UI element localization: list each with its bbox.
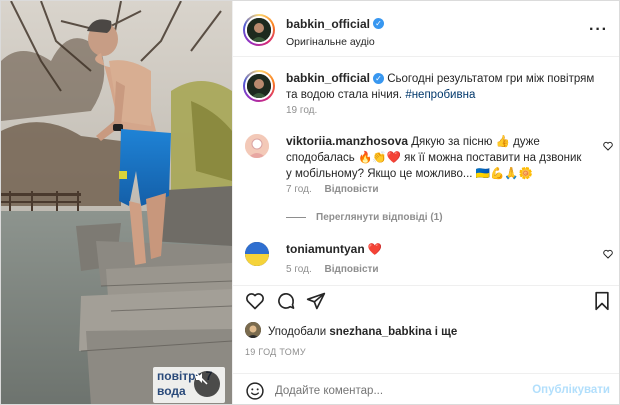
like-comment-heart-icon[interactable] (603, 141, 613, 151)
publish-button[interactable]: Опублікувати (532, 384, 610, 396)
video-frame (1, 1, 232, 404)
avatar-image (245, 322, 261, 338)
avatar[interactable] (245, 16, 273, 44)
post-actions: Уподобали snezhana_babkina і ще 19 ГОД Т… (233, 285, 619, 375)
post-dialog: повітря 7 вода babkin_official ✓ Оригіна… (0, 0, 620, 405)
avatar-image (245, 134, 269, 158)
likes-more[interactable]: і ще (435, 326, 458, 338)
audio-label[interactable]: Оригінальне аудіо (286, 36, 384, 48)
post-video[interactable]: повітря 7 вода (1, 1, 232, 404)
verified-badge-icon: ✓ (373, 73, 385, 85)
comments-section: babkin_official ✓ Сьогодні результатом гр… (233, 57, 619, 285)
author-info: babkin_official ✓ Оригінальне аудіо (286, 15, 385, 48)
reply-button[interactable]: Відповісти (325, 184, 379, 195)
comment-text: ❤️ (367, 244, 383, 256)
comment-meta: 5 год. Відповісти (286, 264, 379, 275)
likes-user[interactable]: snezhana_babkina (329, 326, 431, 338)
share-icon[interactable] (306, 291, 326, 311)
comment-meta: 7 год. Відповісти (286, 184, 379, 195)
avatar-image (247, 18, 271, 42)
heart-icon[interactable] (245, 291, 265, 311)
replies-divider (286, 217, 306, 218)
likes-prefix: Уподобали (268, 326, 327, 338)
add-comment-bar: Опублікувати (233, 373, 619, 404)
author-username[interactable]: babkin_official (286, 17, 370, 31)
post-timestamp[interactable]: 19 ГОД ТОМУ (245, 347, 306, 357)
speaker-muted-icon (194, 371, 208, 385)
post-details-panel: babkin_official ✓ Оригінальне аудіо ··· b… (232, 1, 619, 404)
view-replies[interactable]: Переглянути відповіді (1) (286, 212, 443, 223)
reply-button[interactable]: Відповісти (325, 264, 379, 275)
comment: toniamuntyan ❤️ (286, 241, 382, 258)
caption-hashtag[interactable]: #непробивна (405, 89, 475, 101)
verified-badge-icon: ✓ (373, 18, 385, 30)
comment-time[interactable]: 5 год. (286, 264, 312, 275)
post-header: babkin_official ✓ Оригінальне аудіо ··· (233, 1, 619, 57)
comment-time[interactable]: 7 год. (286, 184, 312, 195)
liker-avatar[interactable] (245, 322, 261, 338)
commenter-avatar[interactable] (245, 134, 269, 158)
caption-time[interactable]: 19 год. (286, 105, 317, 116)
emoji-icon[interactable] (245, 381, 265, 401)
mute-button[interactable] (194, 371, 220, 397)
like-comment-heart-icon[interactable] (603, 249, 613, 259)
bookmark-icon[interactable] (593, 291, 611, 311)
avatar-image (247, 74, 271, 98)
caption: babkin_official ✓ Сьогодні результатом гр… (286, 70, 606, 103)
caption-username[interactable]: babkin_official (286, 71, 370, 85)
caption-avatar[interactable] (245, 72, 273, 100)
more-horizontal-icon[interactable]: ··· (589, 21, 608, 39)
ukraine-flag-avatar-icon (245, 242, 269, 266)
comment: viktoriia.manzhosova Дякую за пісню 👍 ду… (286, 133, 586, 182)
commenter-avatar[interactable] (245, 242, 269, 266)
comment-icon[interactable] (276, 291, 296, 311)
comment-input[interactable] (275, 381, 515, 401)
comment-username[interactable]: toniamuntyan (286, 242, 365, 256)
comment-username[interactable]: viktoriia.manzhosova (286, 134, 408, 148)
view-replies-label[interactable]: Переглянути відповіді (1) (316, 212, 443, 223)
likes-summary: Уподобали snezhana_babkina і ще (268, 324, 457, 340)
